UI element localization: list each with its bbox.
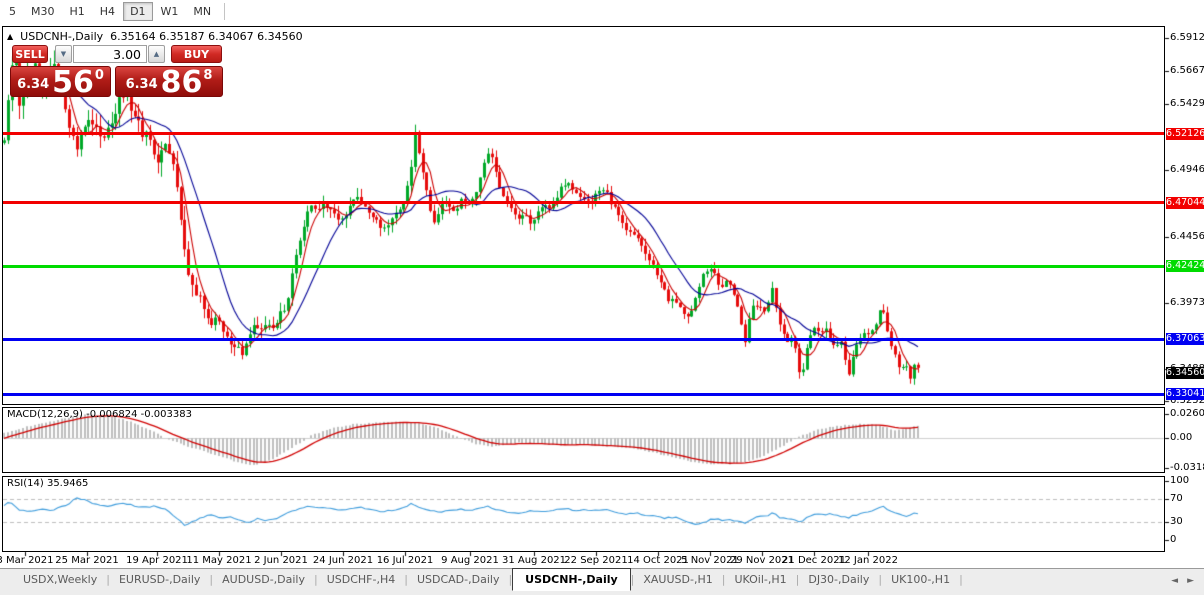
timeframe-button-h1[interactable]: H1 — [63, 2, 92, 21]
timeframe-button-mn[interactable]: MN — [186, 2, 218, 21]
date-label: 12 Jan 2022 — [838, 555, 898, 566]
macd-indicator-label: MACD(12,26,9) -0.006824 -0.003383 — [7, 409, 192, 420]
macd-axis-label: 0.00 — [1170, 432, 1193, 443]
volume-input[interactable]: 3.00 — [73, 45, 147, 63]
macd-axis-label: -0.03187 — [1170, 461, 1204, 473]
rsi-axis-label: 30 — [1170, 516, 1183, 528]
tab-audusd-daily[interactable]: AUDUSD-,Daily — [213, 569, 314, 589]
date-label: 3 Mar 2021 — [0, 555, 54, 566]
timeframe-button-h4[interactable]: H4 — [93, 2, 122, 21]
volume-increase-button[interactable]: ▲ — [148, 45, 165, 63]
date-label: 11 May 2021 — [186, 555, 252, 566]
volume-decrease-button[interactable]: ▼ — [55, 45, 72, 63]
sell-price-prefix: 6.34 — [17, 77, 50, 92]
timeframe-button-m30[interactable]: M30 — [24, 2, 62, 21]
price-line-label-6.42424: 6.42424 — [1166, 260, 1204, 273]
tab-usdcad-daily[interactable]: USDCAD-,Daily — [408, 569, 508, 589]
buy-price-pip: 8 — [203, 68, 213, 83]
chart-title: ▲ USDCNH-,Daily 6.35164 6.35187 6.34067 … — [7, 30, 303, 43]
price-line-label-6.37063: 6.37063 — [1166, 333, 1204, 346]
ohlc-values: 6.35164 6.35187 6.34067 6.34560 — [110, 30, 303, 43]
sell-price-main: 56 — [52, 65, 94, 100]
timeframe-toolbar: 5 M30 H1 H4 D1 W1 MN — [0, 0, 1204, 23]
date-label: 21 Dec 2021 — [782, 555, 846, 566]
date-label: 19 Apr 2021 — [126, 555, 188, 566]
tab-xauusd-h1[interactable]: XAUUSD-,H1 — [634, 569, 721, 589]
toolbar-separator — [224, 3, 226, 20]
current-price-label: 6.34560 — [1166, 367, 1204, 380]
price-tick-label: 6.59120 — [1170, 32, 1204, 43]
date-label: 24 Jun 2021 — [312, 555, 374, 566]
buy-price-prefix: 6.34 — [125, 77, 158, 92]
date-label: 16 Jul 2021 — [376, 555, 434, 566]
timeframe-button-w1[interactable]: W1 — [154, 2, 186, 21]
date-label: 9 Aug 2021 — [441, 555, 499, 566]
tab-ukoil-h1[interactable]: UKOil-,H1 — [725, 569, 795, 589]
sell-button[interactable]: SELL — [12, 45, 48, 63]
rsi-axis-label: 70 — [1170, 492, 1183, 504]
buy-price-main: 86 — [160, 65, 203, 100]
date-label: 25 Mar 2021 — [55, 555, 119, 566]
triangle-down-icon: ▼ — [60, 50, 67, 58]
date-label: 22 Sep 2021 — [564, 555, 628, 566]
tab-usdx-weekly[interactable]: USDX,Weekly — [14, 569, 106, 589]
tab-uk100-h1[interactable]: UK100-,H1 — [882, 569, 959, 589]
date-label: 2 Jun 2021 — [254, 555, 308, 566]
rsi-axis-label: 0 — [1170, 534, 1177, 545]
scroll-left-icon[interactable]: ◄ — [1171, 576, 1178, 586]
sell-price-pip: 0 — [94, 68, 104, 83]
date-label: 14 Oct 2021 — [627, 555, 689, 566]
time-axis: 3 Mar 2021 25 Mar 2021 19 Apr 2021 11 May 2… — [0, 555, 1165, 568]
macd-axis-label: 0.02607 — [1170, 407, 1204, 419]
price-line-label-6.33041: 6.33041 — [1166, 388, 1204, 401]
tab-usdchf-h4[interactable]: USDCHF-,H4 — [318, 569, 405, 589]
collapse-arrow-icon[interactable]: ▲ — [7, 32, 13, 41]
buy-button[interactable]: BUY — [171, 45, 222, 63]
price-tick-label: 6.39730 — [1170, 296, 1204, 308]
symbol-label: USDCNH-,Daily — [20, 30, 104, 43]
chart-tabs-bar: USDX,Weekly | EURUSD-,Daily | AUDUSD-,Daily |… — [0, 568, 1204, 595]
scroll-right-icon[interactable]: ► — [1187, 576, 1194, 586]
tab-separator: | — [959, 573, 963, 586]
price-tick-label: 6.56670 — [1170, 65, 1204, 77]
price-line-label-6.52126: 6.52126 — [1166, 127, 1204, 140]
timeframe-button-5[interactable]: 5 — [2, 2, 23, 21]
price-axis: 6.59120 6.56670 6.54290 6.49460 6.44560 6.397… — [1166, 0, 1204, 560]
date-label: 31 Aug 2021 — [501, 555, 567, 566]
price-line-label-6.47044: 6.47044 — [1166, 196, 1204, 209]
buy-price-display[interactable]: 6.34 86 8 — [115, 65, 223, 100]
rsi-indicator-label: RSI(14) 35.9465 — [7, 478, 89, 489]
tab-eurusd-daily[interactable]: EURUSD-,Daily — [110, 569, 209, 589]
sell-price-display[interactable]: 6.34 56 0 — [10, 65, 111, 100]
price-tick-label: 6.54290 — [1170, 97, 1204, 109]
tab-scroll-arrows: ◄ ► — [1171, 569, 1204, 586]
tab-usdcnh-daily[interactable]: USDCNH-,Daily — [512, 568, 631, 591]
tab-dj30-daily[interactable]: DJ30-,Daily — [799, 569, 878, 589]
timeframe-button-d1[interactable]: D1 — [123, 2, 153, 21]
triangle-up-icon: ▲ — [153, 50, 160, 58]
rsi-axis-label: 100 — [1170, 475, 1190, 486]
price-tick-label: 6.49460 — [1170, 163, 1204, 175]
price-tick-label: 6.44560 — [1170, 230, 1204, 242]
